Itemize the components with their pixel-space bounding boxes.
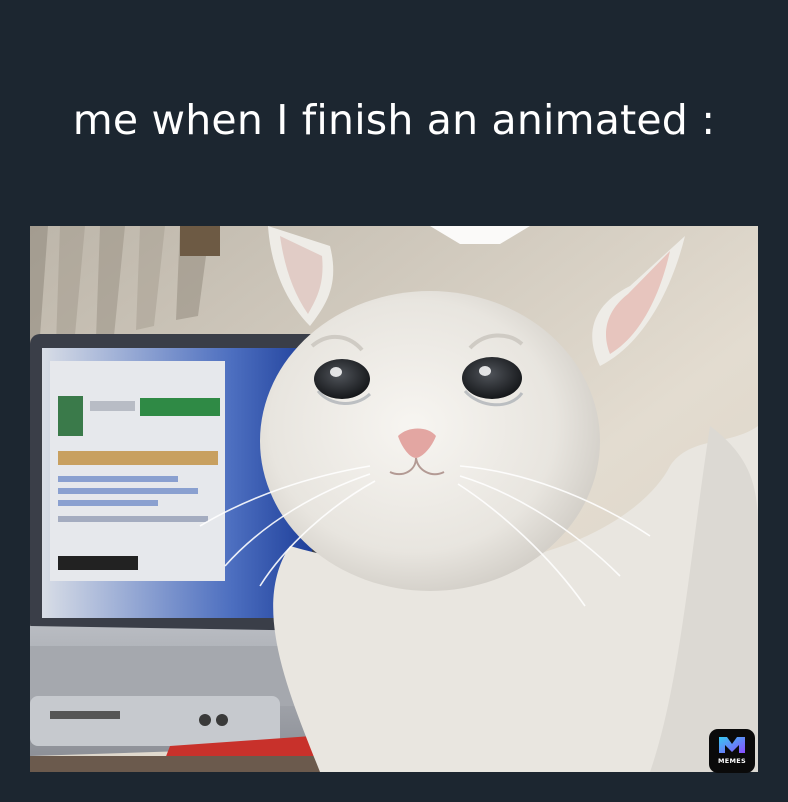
meme-image [30, 226, 758, 772]
memes-app-logo[interactable]: MEMES [709, 729, 755, 773]
m-logo-icon [719, 737, 745, 753]
memes-label: MEMES [718, 757, 746, 765]
meme-caption: me when I finish an animated : [72, 96, 716, 144]
